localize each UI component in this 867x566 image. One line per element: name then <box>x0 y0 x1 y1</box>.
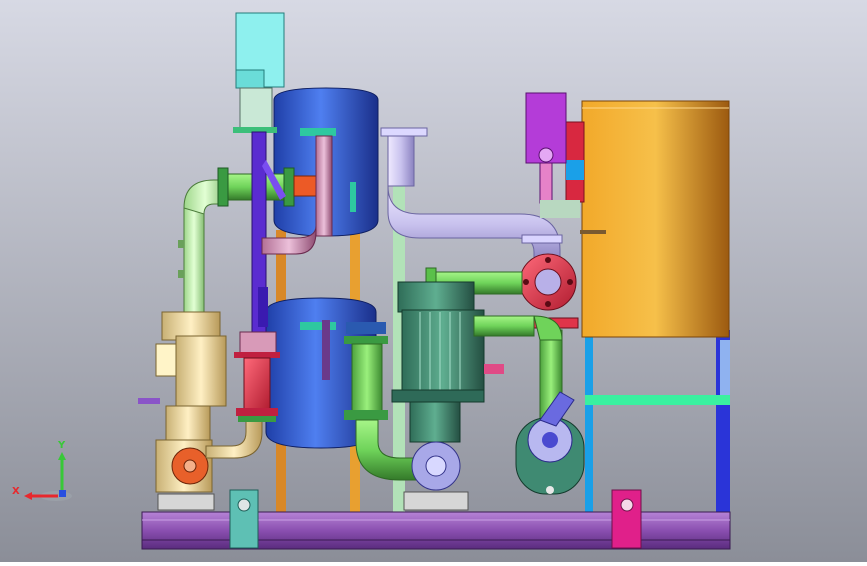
y-axis-label: Y <box>58 440 66 451</box>
y-axis-arrow <box>58 452 66 460</box>
x-axis-arrow <box>24 492 32 500</box>
base-mount-bracket-right <box>611 489 642 549</box>
x-axis-label: X <box>12 486 20 497</box>
axis-triad[interactable]: X Y <box>12 440 76 504</box>
cad-viewport[interactable] <box>0 0 867 562</box>
z-axis-marker <box>59 490 66 497</box>
storage-tank[interactable] <box>565 100 730 338</box>
base-mount-bracket-left <box>229 489 259 549</box>
